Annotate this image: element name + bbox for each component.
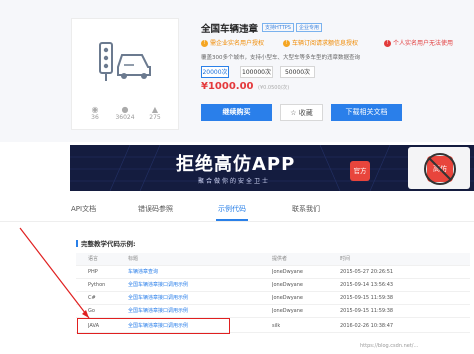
banner-subtitle: 聚合做你的安全卫士 xyxy=(198,178,271,185)
thumb-icon: ▲ xyxy=(151,105,159,114)
row-author: JoneDwyane xyxy=(272,282,303,288)
row-title-link[interactable]: 全国车辆违章接口调用示例 xyxy=(128,292,188,305)
row-language: C# xyxy=(88,295,96,301)
table-row: Go 全国车辆违章接口调用示例 JoneDwyane 2015-09-15 11… xyxy=(76,305,470,318)
official-app-icon: 官方 xyxy=(350,161,370,181)
product-description: 覆盖300多个城市，支持小型车、大型车等多车型的违章数据查询 xyxy=(201,55,360,61)
eye-icon: ◉ xyxy=(91,105,99,114)
col-time: 时间 xyxy=(340,256,351,262)
star-icon: ☆ xyxy=(290,109,297,117)
price-unit: (¥0.0500/次) xyxy=(258,85,290,91)
product-header: ◉ 36 ● 36024 ▲ 275 全国车辆违章 支持HTTPS 企业专用 !… xyxy=(0,0,474,142)
product-title: 全国车辆违章 xyxy=(201,24,259,35)
stat-views-value: 36 xyxy=(91,114,99,121)
tab-sample-code[interactable]: 示例代码 xyxy=(218,204,246,214)
java-row-highlight-box xyxy=(77,318,230,334)
warning-icon: ! xyxy=(201,40,208,47)
warning-icon: ! xyxy=(384,40,391,47)
row-language: PHP xyxy=(88,269,98,275)
user-icon: ● xyxy=(121,105,129,114)
notice-subscription: ! 车辆订阅请求额信息授权 xyxy=(283,38,358,50)
quantity-option-100000[interactable]: 100000次 xyxy=(240,66,273,78)
row-language: Python xyxy=(88,282,106,288)
row-time: 2015-09-15 11:59:38 xyxy=(340,295,394,301)
row-language: Go xyxy=(88,308,95,314)
watermark-text: https://blog.csdn.net/... xyxy=(360,343,419,349)
active-tab-indicator xyxy=(216,219,248,221)
tab-api-docs[interactable]: API文档 xyxy=(71,204,96,214)
row-time: 2015-05-27 20:26:51 xyxy=(340,269,394,275)
tab-error-codes[interactable]: 错误码参照 xyxy=(138,204,173,214)
notice-enterprise: ! 需企业实名用户授权 xyxy=(201,38,264,50)
stat-likes: ▲ 275 xyxy=(140,105,170,121)
quantity-option-20000[interactable]: 20000次 xyxy=(201,66,229,78)
code-section-title: 完整教学代码示例: xyxy=(76,238,136,248)
stat-likes-value: 275 xyxy=(149,114,161,121)
col-language: 语言 xyxy=(88,256,99,262)
row-author: silk xyxy=(272,323,281,329)
stat-views: ◉ 36 xyxy=(80,105,110,121)
tab-contact[interactable]: 联系我们 xyxy=(292,204,320,214)
row-title-link[interactable]: 车辆违章查询 xyxy=(128,266,158,279)
traffic-light-car-logo xyxy=(72,19,178,99)
buy-button[interactable]: 继续购买 xyxy=(201,104,272,121)
price: ¥1000.00 xyxy=(201,81,254,92)
row-time: 2015-09-14 13:56:43 xyxy=(340,282,394,288)
row-author: JoneDwyane xyxy=(272,308,303,314)
table-row: C# 全国车辆违章接口调用示例 JoneDwyane 2015-09-15 11… xyxy=(76,292,470,305)
favorite-label: 收藏 xyxy=(298,109,313,117)
download-docs-button[interactable]: 下载相关文档 xyxy=(331,104,402,121)
row-author: JoneDwyane xyxy=(272,295,303,301)
stat-users-value: 36024 xyxy=(115,114,135,121)
quantity-option-50000[interactable]: 50000次 xyxy=(280,66,315,78)
row-time: 2016-02-26 10:38:47 xyxy=(340,323,394,329)
promo-banner[interactable]: 拒绝高仿APP 聚合做你的安全卫士 官方 高仿 xyxy=(70,145,474,191)
favorite-button[interactable]: ☆ 收藏 xyxy=(280,104,323,121)
col-author: 提供者 xyxy=(272,256,288,262)
tag-enterprise: 企业专用 xyxy=(296,23,323,32)
col-title: 标题 xyxy=(128,256,139,262)
row-title-link[interactable]: 全国车辆违章接口调用示例 xyxy=(128,305,188,318)
product-image-card: ◉ 36 ● 36024 ▲ 275 xyxy=(71,18,179,130)
table-row: Python 全国车辆违章接口调用示例 JoneDwyane 2015-09-1… xyxy=(76,279,470,292)
stat-users: ● 36024 xyxy=(110,105,140,121)
warning-icon: ! xyxy=(283,40,290,47)
fake-app-panel: 高仿 xyxy=(408,147,470,189)
product-stats: ◉ 36 ● 36024 ▲ 275 xyxy=(72,105,178,129)
prohibit-icon xyxy=(424,153,456,185)
row-title-link[interactable]: 全国车辆违章接口调用示例 xyxy=(128,279,188,292)
table-header-row: 语言 标题 提供者 时间 xyxy=(76,253,470,266)
notice-personal: ! 个人实名用户无法使用 xyxy=(384,38,453,50)
tag-https: 支持HTTPS xyxy=(262,23,294,32)
detail-tabs: API文档 错误码参照 示例代码 联系我们 xyxy=(0,200,474,222)
row-time: 2015-09-15 11:59:38 xyxy=(340,308,394,314)
row-author: JoneDwyane xyxy=(272,269,303,275)
table-row: PHP 车辆违章查询 JoneDwyane 2015-05-27 20:26:5… xyxy=(76,266,470,279)
banner-title: 拒绝高仿APP xyxy=(176,154,296,175)
